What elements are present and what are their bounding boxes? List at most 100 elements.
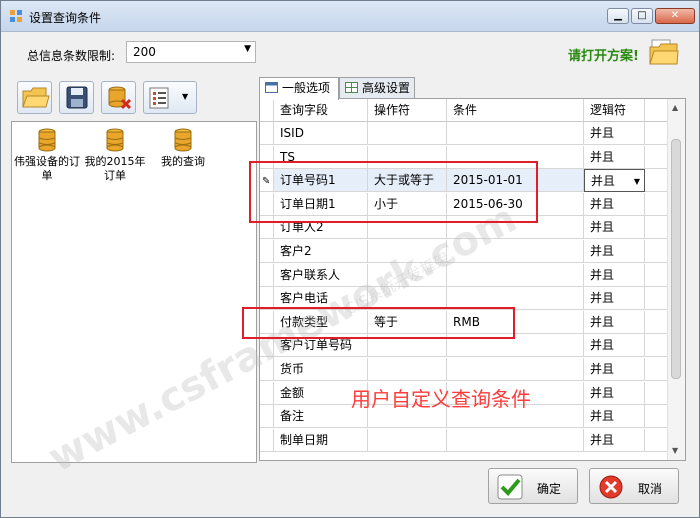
scroll-down-icon[interactable]: ▼ [672,446,678,455]
saved-query-label: 伟强设备的订单 [14,155,80,182]
view-options-button[interactable]: ▼ [143,81,197,114]
annotation-box-payment [242,307,515,339]
logic-cell[interactable]: 并且 [584,334,645,358]
field-cell[interactable]: 客户2 [274,240,368,263]
floppy-disk-icon [66,86,88,109]
limit-select[interactable]: 200 ▼ [126,41,256,63]
window-icon [265,82,278,93]
logic-cell-text: 并且 [590,338,615,353]
logic-cell[interactable]: 并且 [584,240,645,263]
save-button[interactable] [59,81,94,114]
tab-label: 一般选项 [282,81,331,95]
saved-query-item[interactable]: 伟强设备的订单 [14,128,80,183]
annotation-box-dates [249,161,538,223]
maximize-button[interactable]: □ [631,8,653,24]
saved-query-item[interactable]: 我的2015年订单 [82,128,148,183]
logic-cell-text: 并且 [590,196,615,211]
logic-cell[interactable]: 并且 [584,428,645,452]
database-icon [106,128,124,152]
logic-cell-text: 并且 [590,432,615,447]
row-header[interactable] [260,263,274,287]
condition-row[interactable]: ISID 并且 [260,122,685,145]
delete-button[interactable] [101,81,136,114]
vertical-scrollbar[interactable]: ▲ ▼ [667,99,685,460]
saved-query-label: 我的2015年订单 [84,155,146,182]
operator-cell[interactable] [368,428,447,452]
grid-header-row: 查询字段 操作符 条件 逻辑符 [260,99,685,122]
database-icon [38,128,56,152]
tab-label: 高级设置 [362,81,411,95]
checkmark-icon [497,474,523,500]
cancel-label: 取消 [638,482,663,496]
field-cell[interactable]: ISID [274,122,368,145]
list-view-icon [149,87,169,109]
column-header[interactable]: 查询字段 [274,99,368,122]
dropdown-arrow-icon: ▼ [182,92,189,101]
row-header[interactable] [260,428,274,452]
saved-query-item[interactable]: 我的查询 [150,128,216,169]
database-icon [174,128,192,152]
query-settings-window: 设置查询条件 ▁ □ ✕ 总信息条数限制: 200 ▼ 请打开方案! ▼ 伟强设… [0,0,700,518]
logic-cell[interactable]: 并且 [584,122,645,145]
open-folder-icon[interactable] [649,38,679,66]
field-cell-text: 金额 [280,385,305,400]
column-header[interactable]: 逻辑符 [584,99,645,122]
logic-cell[interactable]: 并且 [584,263,645,287]
logic-cell[interactable]: 并且 [584,145,645,169]
condition-cell[interactable] [447,263,584,287]
logic-cell[interactable]: 并且 [584,358,645,381]
condition-row[interactable]: 制单日期 并且 [260,428,685,452]
field-cell-text: 制单日期 [280,432,329,447]
scroll-thumb[interactable] [671,139,681,379]
logic-cell[interactable]: 并且 ▼ [584,169,645,193]
ok-button[interactable]: 确定 [488,468,578,504]
folder-icon [22,87,50,108]
title-bar: 设置查询条件 ▁ □ ✕ [1,1,699,32]
header-spacer [260,99,274,122]
logic-cell-text: 并且 [590,244,615,258]
condition-row[interactable]: 货币 并且 [260,358,685,381]
logic-cell-text: 并且 [590,409,615,424]
condition-cell[interactable] [447,358,584,381]
field-cell-text: 客户联系人 [280,267,341,282]
field-cell-text: 客户2 [280,244,312,258]
field-cell[interactable]: 制单日期 [274,428,368,452]
column-header[interactable]: 操作符 [368,99,447,122]
cancel-button[interactable]: 取消 [589,468,679,504]
annotation-label: 用户自定义查询条件 [351,387,531,411]
logic-cell-text: 并且 [590,149,615,164]
logic-cell[interactable]: 并且 [584,381,645,405]
saved-query-label: 我的查询 [161,155,205,168]
condition-cell[interactable] [447,122,584,145]
chevron-down-icon[interactable]: ▼ [634,171,640,191]
chevron-down-icon: ▼ [244,44,251,54]
minimize-button[interactable]: ▁ [607,8,629,24]
logic-cell-text: 并且 [590,362,615,376]
delete-database-icon [108,86,132,110]
column-header[interactable]: 条件 [447,99,584,122]
scroll-up-icon[interactable]: ▲ [672,103,678,112]
limit-label: 总信息条数限制: [27,49,116,63]
row-header[interactable] [260,405,274,429]
cancel-icon [599,475,623,499]
operator-cell[interactable] [368,122,447,145]
operator-cell[interactable] [368,358,447,381]
close-button[interactable]: ✕ [655,8,695,24]
field-cell-text: 备注 [280,409,305,424]
condition-cell[interactable] [447,428,584,452]
open-button[interactable] [17,81,52,114]
app-icon [10,10,22,22]
logic-cell[interactable]: 并且 [584,310,645,334]
logic-cell[interactable]: 并且 [584,405,645,429]
condition-row[interactable]: 客户联系人 并且 [260,263,685,287]
settings-grid-icon [345,82,358,93]
row-header[interactable] [260,240,274,263]
tab-advanced[interactable]: 高级设置 [339,77,415,99]
tab-general[interactable]: 一般选项 [259,77,339,100]
logic-cell-text: 并且 [590,385,615,400]
logic-cell[interactable]: 并且 [584,192,645,216]
logic-cell[interactable]: 并且 [584,216,645,240]
row-header[interactable] [260,381,274,405]
row-header[interactable] [260,122,274,145]
logic-cell[interactable]: 并且 [584,287,645,311]
